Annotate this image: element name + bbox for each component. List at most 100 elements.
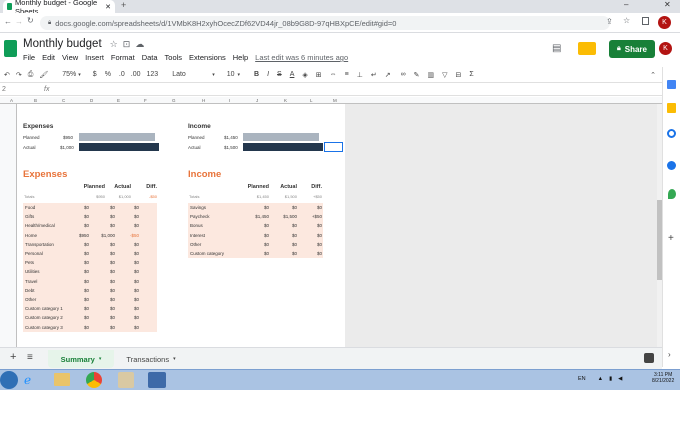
strikethrough-button[interactable]: S [277,71,282,78]
text-rotation-icon[interactable]: ↗ [385,71,391,79]
reload-icon[interactable]: ↻ [27,16,34,25]
column-header[interactable]: L [310,98,313,103]
column-header[interactable]: A [10,98,13,103]
url-field[interactable]: 🔒︎ docs.google.com/spreadsheets/d/1VMbK8… [40,16,610,30]
last-edit-link[interactable]: Last edit was 6 minutes ago [255,53,348,62]
close-window-icon[interactable]: ✕ [664,0,671,9]
borders-icon[interactable]: ⊞ [316,71,322,79]
menu-format[interactable]: Format [111,53,135,62]
menu-extensions[interactable]: Extensions [189,53,226,62]
decrease-decimal-button[interactable]: .0 [119,71,125,78]
start-button-icon[interactable] [0,371,18,389]
font-select[interactable]: Lato [172,71,212,78]
sidebar-toggle-icon[interactable] [642,17,649,25]
fill-color-icon[interactable]: ◈ [302,71,307,79]
comments-icon[interactable]: ▤ [552,43,561,54]
column-header[interactable]: C [62,98,65,103]
share-page-icon[interactable]: ⇪ [606,17,613,26]
move-folder-icon[interactable]: ⊡ [123,39,131,50]
file-explorer-icon[interactable] [54,373,70,386]
percent-button[interactable]: % [105,71,111,78]
browser-tab[interactable]: Monthly budget - Google Sheets ✕ [3,0,115,16]
account-avatar[interactable]: K [659,42,672,55]
meet-icon[interactable] [578,42,596,55]
table-row[interactable]: Travel $0 $0 $0 [23,276,157,286]
minimize-window-icon[interactable]: – [624,0,628,9]
menu-file[interactable]: File [23,53,35,62]
column-header[interactable]: G [172,98,176,103]
functions-icon[interactable]: Σ [469,71,473,78]
text-color-button[interactable]: A [290,71,295,78]
insert-chart-icon[interactable]: ▥ [427,71,434,79]
column-header[interactable]: E [117,98,120,103]
tray-arrow-icon[interactable]: ▲ [598,376,603,382]
column-header[interactable]: M [333,98,337,103]
column-header[interactable]: H [202,98,205,103]
table-row[interactable]: Pets $0 $0 $0 [23,258,157,268]
new-tab-icon[interactable]: + [121,0,126,10]
number-format-button[interactable]: 123 [147,71,159,78]
paint-format-icon[interactable]: 🖌︎ [39,71,48,79]
increase-decimal-button[interactable]: .00 [131,71,141,78]
language-indicator[interactable]: EN [578,376,586,382]
hide-panel-icon[interactable]: › [668,350,671,359]
name-box[interactable]: 2 [2,86,34,93]
menu-data[interactable]: Data [142,53,158,62]
font-size-select[interactable]: 10 [227,71,235,78]
tab-summary[interactable]: Summary ▾ [48,350,114,368]
bold-button[interactable]: B [254,71,259,78]
table-row[interactable]: Health/medical $0 $0 $0 [23,221,157,231]
sheet-grid[interactable]: Expenses Planned $950 Actual $1,000 Inco… [17,104,345,347]
horizontal-align-icon[interactable]: ≡ [345,71,349,78]
keep-icon[interactable] [667,103,676,113]
table-row[interactable]: Custom category $0 $0 $0 [188,249,323,259]
table-row[interactable]: Custom category 2 $0 $0 $0 [23,313,157,323]
table-row[interactable]: Food $0 $0 $0 [23,203,157,213]
back-icon[interactable]: ← [4,17,12,26]
undo-icon[interactable]: ↶ [4,71,10,79]
tasks-icon[interactable] [667,129,676,138]
maps-icon[interactable] [668,189,676,199]
close-tab-icon[interactable]: ✕ [105,3,111,11]
table-row[interactable]: Interest $0 $0 $0 [188,230,323,240]
profile-avatar[interactable]: K [658,16,671,29]
internet-explorer-icon[interactable]: ℯ [24,373,31,387]
table-row[interactable]: Personal $0 $0 $0 [23,249,157,259]
table-row[interactable]: Home $950 $1,000 -$50 [23,230,157,240]
table-row[interactable]: Custom category 3 $0 $0 $0 [23,322,157,332]
taskbar-clock[interactable]: 3:11 PM 8/21/2022 [652,372,674,384]
table-row[interactable]: Utilities $0 $0 $0 [23,267,157,277]
selected-cell[interactable] [324,142,343,152]
table-row[interactable]: Custom category 1 $0 $0 $0 [23,304,157,314]
remote-desktop-icon[interactable] [148,372,166,388]
print-icon[interactable]: ⎙ [28,71,34,79]
all-sheets-button[interactable]: ≡ [27,352,33,363]
table-row[interactable]: Gifts $0 $0 $0 [23,212,157,222]
column-header[interactable]: D [90,98,93,103]
calendar-icon[interactable] [667,80,676,89]
contacts-icon[interactable] [667,161,676,170]
vertical-align-icon[interactable]: ⊥ [357,71,363,79]
table-row[interactable]: Bonus $0 $0 $0 [188,221,323,231]
chrome-icon[interactable] [86,372,102,388]
zoom-select[interactable]: 75% [62,71,76,78]
italic-button[interactable]: I [267,71,269,78]
column-header[interactable]: J [256,98,258,103]
text-wrap-icon[interactable]: ↵ [371,71,377,79]
table-row[interactable]: Other $0 $0 $0 [188,239,323,249]
menu-tools[interactable]: Tools [165,53,183,62]
table-row[interactable]: Savings $0 $0 $0 [188,203,323,213]
table-row[interactable]: Paycheck $1,450 $1,500 +$50 [188,212,323,222]
star-icon[interactable]: ☆ [110,39,118,50]
filter-views-icon[interactable]: ⊟ [455,71,461,79]
insert-link-icon[interactable]: ∞ [401,71,406,78]
column-header[interactable]: I [229,98,230,103]
add-sheet-button[interactable]: + [10,351,16,363]
network-icon[interactable]: ▮ [609,376,612,382]
collapse-toolbar-icon[interactable]: ⌃ [650,71,656,79]
menu-help[interactable]: Help [233,53,248,62]
currency-button[interactable]: $ [93,71,97,78]
bookmark-star-icon[interactable]: ☆ [623,16,630,25]
column-header[interactable]: K [284,98,287,103]
volume-icon[interactable]: ◀ [618,376,622,382]
